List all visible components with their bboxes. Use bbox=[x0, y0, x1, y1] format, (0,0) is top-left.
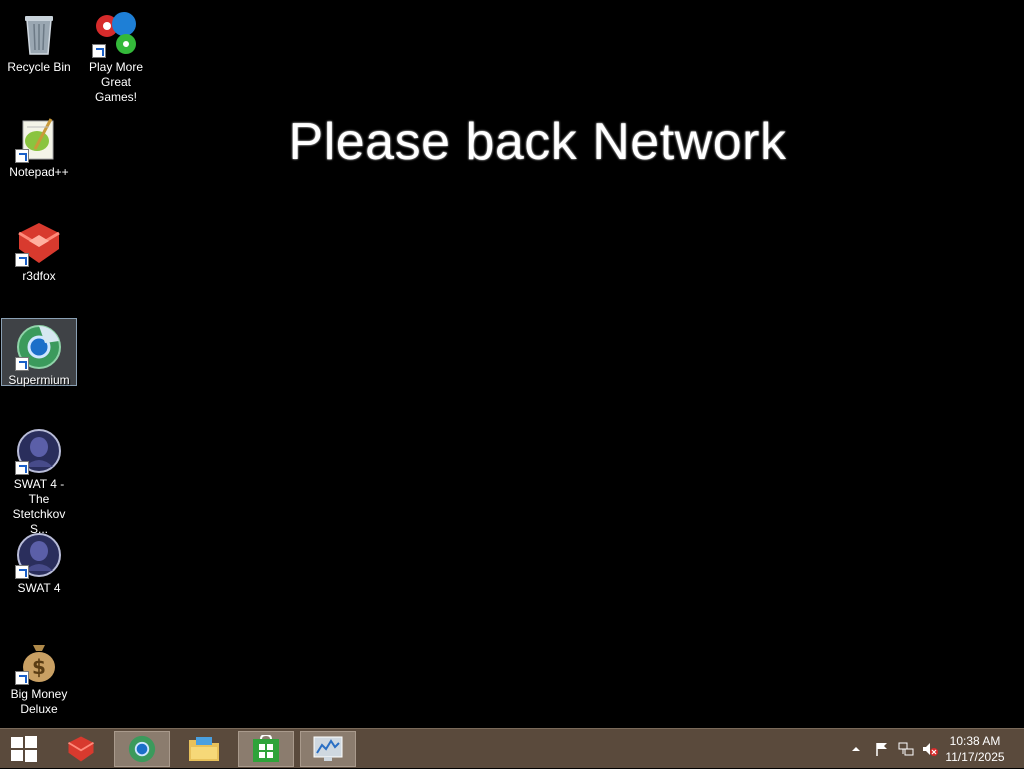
desktop-icon-label: Play More Great Games! bbox=[88, 60, 144, 104]
recycle-bin-icon bbox=[15, 10, 63, 58]
money-bag-icon: $ bbox=[15, 637, 63, 685]
desktop-icon-recycle-bin[interactable]: Recycle Bin bbox=[1, 5, 77, 76]
shortcut-arrow-icon bbox=[15, 149, 29, 163]
desktop: Please back Network Recycle Bin Play Mor… bbox=[0, 0, 1024, 728]
desktop-icon-label: Supermium bbox=[8, 373, 70, 387]
swat4-icon bbox=[15, 531, 63, 579]
shortcut-arrow-icon bbox=[15, 357, 29, 371]
shortcut-arrow-icon bbox=[15, 253, 29, 267]
taskbar-performance-monitor[interactable] bbox=[300, 731, 356, 767]
svg-text:$: $ bbox=[32, 655, 46, 679]
network-icon[interactable] bbox=[898, 741, 914, 757]
taskbar-store[interactable] bbox=[238, 731, 294, 767]
desktop-icon-big-money-deluxe[interactable]: $ Big Money Deluxe bbox=[1, 632, 77, 718]
games-icon bbox=[92, 10, 140, 58]
desktop-icon-supermium[interactable]: Supermium bbox=[1, 318, 77, 387]
desktop-icon-label: Big Money Deluxe bbox=[10, 687, 68, 716]
desktop-icon-label: SWAT 4 bbox=[17, 581, 61, 595]
windows-logo-icon bbox=[11, 736, 37, 762]
desktop-icon-swat4[interactable]: SWAT 4 bbox=[1, 526, 77, 597]
shortcut-arrow-icon bbox=[15, 565, 29, 579]
r3dfox-icon bbox=[15, 219, 63, 267]
r3dfox-icon bbox=[68, 736, 94, 762]
supermium-icon bbox=[15, 323, 63, 371]
taskbar-r3dfox[interactable] bbox=[53, 731, 109, 767]
desktop-icon-notepad-plus-plus[interactable]: Notepad++ bbox=[1, 110, 77, 181]
desktop-icon-play-more-games[interactable]: Play More Great Games! bbox=[78, 5, 154, 106]
notepad-icon bbox=[15, 115, 63, 163]
folder-icon bbox=[189, 737, 219, 761]
supermium-icon bbox=[128, 735, 156, 763]
system-tray: 10:38 AM 11/17/2025 bbox=[844, 729, 1024, 769]
volume-muted-icon[interactable] bbox=[922, 741, 938, 757]
desktop-icon-label: Notepad++ bbox=[9, 165, 69, 179]
shortcut-arrow-icon bbox=[92, 44, 106, 58]
swat4-icon bbox=[15, 427, 63, 475]
desktop-banner-text: Please back Network bbox=[288, 113, 787, 171]
monitor-chart-icon bbox=[313, 736, 343, 761]
taskbar-file-explorer[interactable] bbox=[176, 731, 232, 767]
taskbar-supermium[interactable] bbox=[114, 731, 170, 767]
action-center-flag-icon[interactable] bbox=[874, 741, 890, 757]
desktop-icon-swat4-stetchkov[interactable]: SWAT 4 - The Stetchkov S... bbox=[1, 422, 77, 538]
desktop-icon-r3dfox[interactable]: r3dfox bbox=[1, 214, 77, 285]
shortcut-arrow-icon bbox=[15, 671, 29, 685]
taskbar: 10:38 AM 11/17/2025 bbox=[0, 728, 1024, 768]
clock-time: 10:38 AM bbox=[949, 734, 1001, 748]
taskbar-clock[interactable]: 10:38 AM 11/17/2025 bbox=[940, 733, 1010, 765]
show-hidden-icons-chevron-icon[interactable] bbox=[848, 741, 864, 757]
shortcut-arrow-icon bbox=[15, 461, 29, 475]
store-icon bbox=[253, 735, 279, 762]
clock-date: 11/17/2025 bbox=[945, 750, 1005, 764]
start-button[interactable] bbox=[0, 731, 48, 767]
desktop-icon-label: r3dfox bbox=[22, 269, 56, 283]
desktop-icon-label: Recycle Bin bbox=[7, 60, 71, 74]
